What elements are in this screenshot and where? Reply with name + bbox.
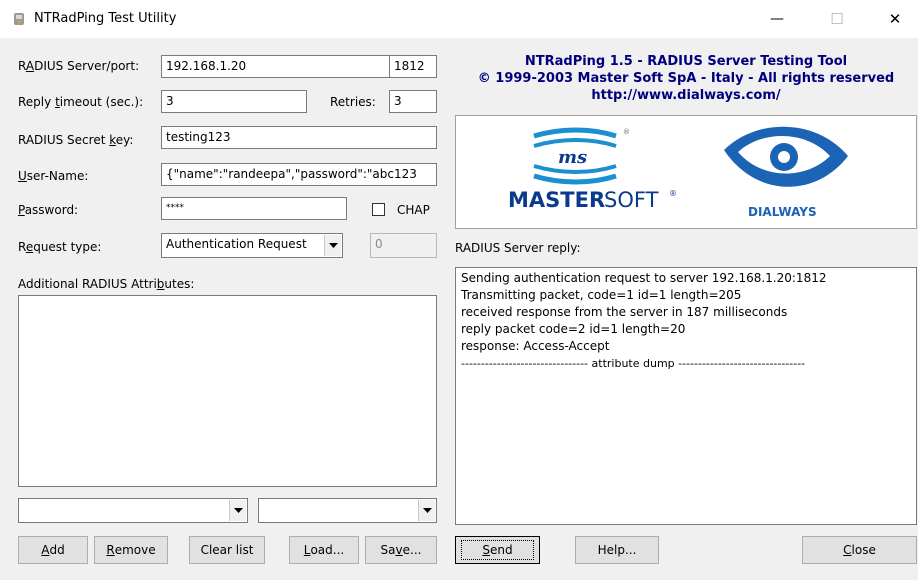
clear-list-button[interactable]: Clear list	[189, 536, 265, 564]
server-reply-output[interactable]: Sending authentication request to server…	[455, 267, 917, 525]
request-type-select[interactable]: Authentication Request	[161, 233, 343, 258]
about-header: NTRadPing 1.5 - RADIUS Server Testing To…	[455, 53, 917, 104]
password-input[interactable]: ****	[161, 197, 347, 220]
maximize-button[interactable]: ☐	[814, 0, 860, 38]
reply-line: response: Access-Accept	[461, 339, 610, 353]
request-type-label: Request type:	[18, 240, 102, 254]
logos-image: ms ® MASTER SOFT ® DIALWAYS	[508, 126, 848, 219]
window-title: NTRadPing Test Utility	[34, 11, 177, 26]
remove-button[interactable]: Remove	[94, 536, 168, 564]
reply-timeout-label: Reply timeout (sec.):	[18, 95, 144, 109]
attributes-list[interactable]	[18, 295, 437, 487]
attribute-value-select[interactable]	[258, 498, 437, 523]
secret-key-label: RADIUS Secret key:	[18, 133, 134, 147]
dialways-logo: DIALWAYS	[724, 126, 848, 219]
request-id-input: 0	[370, 233, 437, 258]
title-bar: NTRadPing Test Utility — ☐ ✕	[0, 0, 918, 38]
mastersoft-bold-text: MASTER	[508, 188, 605, 212]
mastersoft-light-text: SOFT	[604, 188, 659, 212]
website-link[interactable]: http://www.dialways.com/	[455, 87, 917, 104]
reply-line: Transmitting packet, code=1 id=1 length=…	[461, 288, 742, 302]
retries-label: Retries:	[330, 95, 376, 109]
chevron-down-icon[interactable]	[418, 500, 435, 521]
ms-badge-text: ms	[558, 147, 587, 168]
app-icon	[14, 13, 24, 25]
dialways-text: DIALWAYS	[748, 205, 817, 219]
additional-attributes-label: Additional RADIUS Attributes:	[18, 277, 195, 291]
copyright-text: © 1999-2003 Master Soft SpA - Italy - Al…	[477, 71, 895, 86]
chap-checkbox[interactable]	[372, 203, 385, 216]
request-type-value: Authentication Request	[166, 237, 307, 251]
load-button[interactable]: Load...	[289, 536, 359, 564]
reply-line: -------------------------------- attribu…	[461, 357, 806, 370]
password-label: Password:	[18, 203, 79, 217]
logo-panel: ms ® MASTER SOFT ® DIALWAYS	[455, 115, 917, 229]
minimize-button[interactable]: —	[754, 0, 800, 38]
ms-reg-mark: ®	[623, 128, 630, 136]
server-port-input[interactable]: 1812	[389, 55, 437, 78]
app-window: NTRadPing Test Utility — ☐ ✕ RADIUS Serv…	[0, 0, 918, 580]
server-port-label: RADIUS Server/port:	[18, 59, 140, 73]
product-title: NTRadPing 1.5 - RADIUS Server Testing To…	[524, 54, 848, 69]
mastersoft-logo: ms ® MASTER SOFT ®	[508, 127, 677, 212]
reply-line: reply packet code=2 id=1 length=20	[461, 322, 686, 336]
user-name-input[interactable]: {"name":"randeepa","password":"abc123	[161, 163, 437, 186]
reply-line: received response from the server in 187…	[461, 305, 788, 319]
secret-key-input[interactable]: testing123	[161, 126, 437, 149]
minimize-icon: —	[770, 11, 784, 27]
chap-label: CHAP	[397, 203, 430, 217]
retries-input[interactable]: 3	[389, 90, 437, 113]
maximize-icon: ☐	[830, 10, 844, 28]
chevron-down-icon[interactable]	[229, 500, 246, 521]
add-button[interactable]: Add	[18, 536, 88, 564]
user-name-label: User-Name:	[18, 169, 89, 183]
send-button-label: Send	[461, 540, 534, 560]
save-button[interactable]: Sa v e...	[365, 536, 437, 564]
mastersoft-reg-mark: ®	[669, 189, 677, 198]
help-button[interactable]: Help...	[575, 536, 659, 564]
close-window-button[interactable]: ✕	[872, 0, 918, 38]
close-button[interactable]: Close	[802, 536, 917, 564]
send-button[interactable]: Send	[455, 536, 540, 564]
reply-timeout-input[interactable]: 3	[161, 90, 307, 113]
attribute-name-select[interactable]	[18, 498, 248, 523]
chevron-down-icon[interactable]	[324, 235, 341, 256]
server-reply-label: RADIUS Server reply:	[455, 241, 581, 255]
close-icon: ✕	[888, 10, 902, 28]
reply-line: Sending authentication request to server…	[461, 271, 827, 285]
